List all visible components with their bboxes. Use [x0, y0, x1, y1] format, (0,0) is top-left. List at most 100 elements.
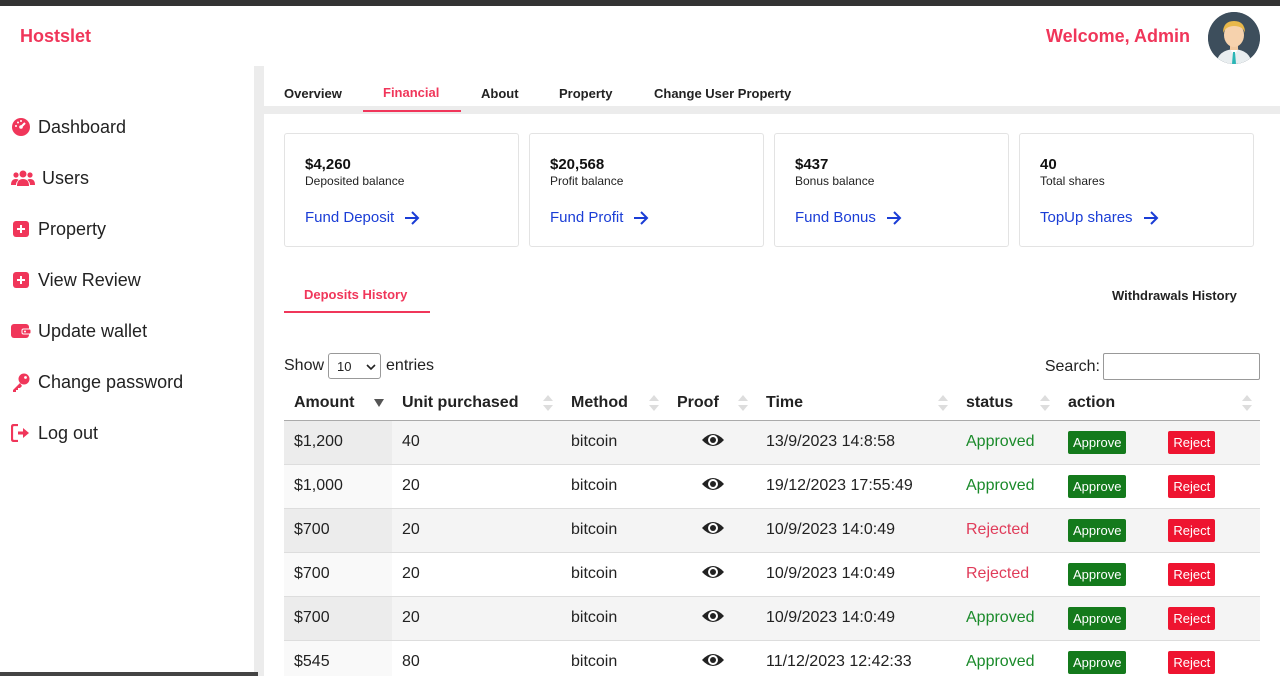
card-label: Total shares — [1040, 174, 1105, 188]
reject-button[interactable]: Reject — [1168, 606, 1216, 630]
sort-icon — [1040, 395, 1050, 411]
approve-button[interactable]: Approve — [1068, 474, 1127, 498]
fund-profit-link[interactable]: Fund Profit — [550, 209, 649, 226]
profile-tabs: Overview Financial About Property Change… — [264, 66, 1280, 114]
column-header-method[interactable]: Method — [561, 387, 667, 421]
cell-proof — [667, 508, 756, 553]
sidebar-item-property[interactable]: Property — [10, 214, 106, 244]
cell-amount: $1,000 — [284, 464, 392, 509]
column-header-proof[interactable]: Proof — [667, 387, 756, 421]
approve-button[interactable]: Approve — [1068, 518, 1127, 542]
arrow-right-icon — [1143, 210, 1159, 225]
show-label: Show — [284, 357, 325, 374]
sidebar-item-change-password[interactable]: Change password — [10, 367, 183, 397]
sidebar-item-label: Change password — [38, 371, 184, 392]
sidebar-item-label: View Review — [38, 269, 141, 290]
plus-square-icon — [10, 269, 32, 291]
cell-amount: $700 — [284, 552, 392, 597]
history-tab-indicator — [284, 311, 430, 313]
cell-status: Approved — [956, 640, 1058, 676]
table-row: $1,200 40 bitcoin 13/9/2023 14:8:58 Approved… — [284, 420, 1260, 465]
cell-method: bitcoin — [561, 508, 667, 553]
table-row: $700 20 bitcoin 10/9/2023 14:0:49 Rejected Ap… — [284, 508, 1260, 553]
reject-button[interactable]: Reject — [1168, 474, 1216, 498]
cell-units: 20 — [392, 596, 561, 641]
table-row: $700 20 bitcoin 10/9/2023 14:0:49 Rejected Ap… — [284, 552, 1260, 597]
search-input[interactable] — [1103, 353, 1260, 380]
sidebar-item-log-out[interactable]: Log out — [10, 418, 98, 448]
reject-button[interactable]: Reject — [1168, 650, 1216, 674]
page-size-select[interactable]: 10 — [328, 353, 382, 379]
sidebar-item-label: Users — [42, 167, 90, 188]
sidebar-item-label: Property — [38, 218, 107, 239]
card-label: Deposited balance — [305, 174, 405, 188]
cell-action: Approve Reject — [1058, 640, 1260, 676]
sidebar: Dashboard Users Property View Review Upd… — [0, 66, 254, 676]
header-label: Time — [766, 394, 804, 412]
cell-amount: $1,200 — [284, 420, 392, 465]
cell-units: 20 — [392, 552, 561, 597]
users-icon — [10, 167, 36, 189]
eye-icon[interactable] — [701, 519, 725, 537]
cell-action: Approve Reject — [1058, 464, 1260, 509]
deposits-table: Amount Unit purchased Method Proof Time — [284, 387, 1260, 676]
cell-time: 10/9/2023 14:0:49 — [756, 552, 956, 597]
column-header-status[interactable]: status — [956, 387, 1058, 421]
cell-amount: $700 — [284, 596, 392, 641]
arrow-right-icon — [633, 210, 649, 225]
arrow-right-icon — [404, 210, 420, 225]
welcome-text: Welcome, Admin — [1045, 26, 1190, 46]
balance-card-bonus: $437 Bonus balance Fund Bonus — [774, 133, 1009, 247]
sidebar-item-update-wallet[interactable]: Update wallet — [10, 316, 147, 346]
cell-action: Approve Reject — [1058, 596, 1260, 641]
cell-action: Approve Reject — [1058, 508, 1260, 553]
sort-desc-icon — [374, 399, 384, 407]
approve-button[interactable]: Approve — [1068, 650, 1127, 674]
tab-overview[interactable]: Overview — [284, 86, 342, 101]
tab-property[interactable]: Property — [559, 86, 612, 101]
column-header-time[interactable]: Time — [756, 387, 956, 421]
eye-icon[interactable] — [701, 431, 725, 449]
fund-bonus-link[interactable]: Fund Bonus — [795, 209, 902, 226]
column-header-units[interactable]: Unit purchased — [392, 387, 561, 421]
tab-about[interactable]: About — [481, 86, 519, 101]
sidebar-item-label: Dashboard — [38, 116, 127, 137]
sidebar-item-label: Update wallet — [38, 320, 148, 341]
balance-card-shares: 40 Total shares TopUp shares — [1019, 133, 1254, 247]
fund-deposit-link[interactable]: Fund Deposit — [305, 209, 420, 226]
header-label: Method — [571, 394, 628, 412]
card-amount: $4,260 — [305, 156, 351, 173]
reject-button[interactable]: Reject — [1168, 562, 1216, 586]
topup-shares-link[interactable]: TopUp shares — [1040, 209, 1159, 226]
sidebar-item-users[interactable]: Users — [10, 163, 89, 193]
entries-label: entries — [386, 357, 435, 374]
sort-icon — [543, 395, 553, 411]
cell-proof — [667, 552, 756, 597]
column-header-amount[interactable]: Amount — [284, 387, 392, 421]
tab-deposits-history[interactable]: Deposits History — [304, 287, 407, 302]
cell-action: Approve Reject — [1058, 420, 1260, 465]
header: Hostslet Welcome, Admin — [0, 6, 1280, 66]
eye-icon[interactable] — [701, 563, 725, 581]
sidebar-item-dashboard[interactable]: Dashboard — [10, 112, 126, 142]
approve-button[interactable]: Approve — [1068, 606, 1127, 630]
column-header-action[interactable]: action — [1058, 387, 1260, 421]
eye-icon[interactable] — [701, 475, 725, 493]
reject-button[interactable]: Reject — [1168, 518, 1216, 542]
approve-button[interactable]: Approve — [1068, 430, 1127, 454]
eye-icon[interactable] — [701, 651, 725, 669]
approve-button[interactable]: Approve — [1068, 562, 1127, 586]
cell-time: 13/9/2023 14:8:58 — [756, 420, 956, 465]
page-size-value: 10 — [337, 358, 352, 374]
sort-icon — [938, 395, 948, 411]
tab-withdrawals-history[interactable]: Withdrawals History — [1112, 288, 1237, 303]
reject-button[interactable]: Reject — [1168, 430, 1216, 454]
tab-financial[interactable]: Financial — [383, 85, 439, 100]
avatar[interactable] — [1208, 12, 1260, 64]
main-content: Overview Financial About Property Change… — [264, 66, 1280, 676]
link-label: Fund Bonus — [795, 209, 876, 226]
eye-icon[interactable] — [701, 607, 725, 625]
sidebar-item-view-review[interactable]: View Review — [10, 265, 141, 295]
brand-logo[interactable]: Hostslet — [20, 26, 91, 47]
tab-change-user-property[interactable]: Change User Property — [654, 86, 791, 101]
